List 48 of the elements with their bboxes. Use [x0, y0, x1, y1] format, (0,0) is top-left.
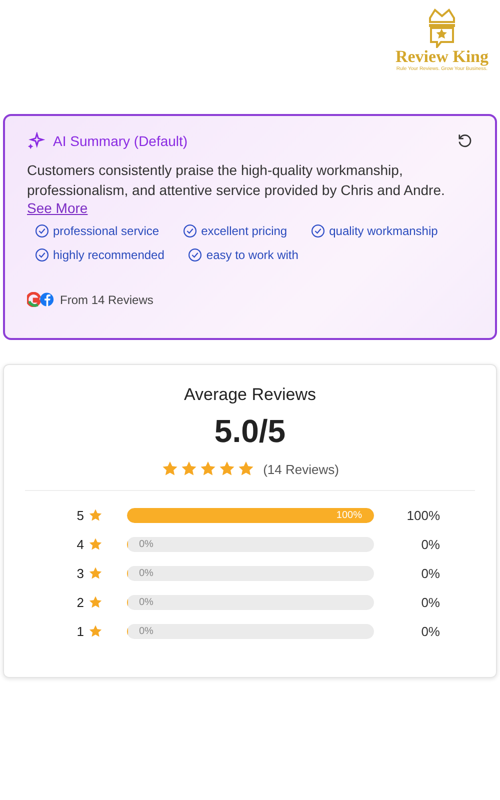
tag-label: professional service — [53, 224, 160, 238]
rating-number: 3 — [76, 566, 84, 581]
check-circle-icon — [311, 224, 326, 238]
average-score: 5.0/5 — [214, 413, 286, 450]
star-icon — [88, 508, 103, 523]
summary-text: Customers consistently praise the high-quality workmanship, professionalism, and attentive service provided by Chris and Andre. — [27, 161, 446, 200]
review-count: (14 Reviews) — [263, 462, 339, 476]
rating-percent: 0% — [421, 624, 440, 639]
logo-name: Review King — [395, 48, 489, 66]
star-icon — [218, 460, 236, 478]
star-icon — [88, 595, 103, 610]
bar-label: 0% — [139, 538, 154, 551]
star-icon — [199, 460, 218, 478]
source-text: From 14 Reviews — [60, 292, 154, 306]
summary-title: AI Summary (Default) — [53, 133, 189, 149]
rating-number: 2 — [76, 595, 84, 610]
tag-label: excellent pricing — [201, 224, 288, 238]
check-circle-icon — [183, 224, 198, 238]
rating-percent: 0% — [421, 566, 440, 581]
check-circle-icon — [35, 248, 49, 262]
bar-label: 0% — [139, 596, 154, 609]
star-icon — [237, 460, 256, 478]
rating-percent: 100% — [406, 508, 440, 523]
rating-number: 5 — [76, 508, 84, 523]
tag-label: easy to work with — [206, 248, 298, 262]
check-circle-icon — [35, 224, 49, 238]
google-facebook-icon — [27, 292, 54, 307]
bar-label: 100% — [336, 509, 362, 522]
tag-label: quality workmanship — [329, 224, 438, 238]
star-bubble-icon — [429, 26, 455, 48]
bar-label: 0% — [139, 625, 154, 638]
star-icon — [161, 460, 180, 478]
tag-label: highly recommended — [53, 248, 164, 262]
rating-percent: 0% — [421, 595, 440, 610]
star-icon — [180, 460, 198, 478]
crown-icon — [427, 6, 457, 28]
star-icon — [88, 537, 103, 552]
sparkle-icon — [27, 132, 45, 150]
star-icon — [88, 624, 103, 639]
rating-number: 4 — [76, 537, 84, 552]
average-title: Average Reviews — [184, 385, 316, 405]
bar-label: 0% — [139, 567, 154, 580]
star-icon — [88, 566, 103, 581]
refresh-icon[interactable] — [457, 133, 473, 149]
rating-percent: 0% — [421, 537, 440, 552]
see-more-link[interactable]: See More — [27, 200, 88, 216]
check-circle-icon — [188, 248, 202, 262]
rating-number: 1 — [76, 624, 84, 639]
